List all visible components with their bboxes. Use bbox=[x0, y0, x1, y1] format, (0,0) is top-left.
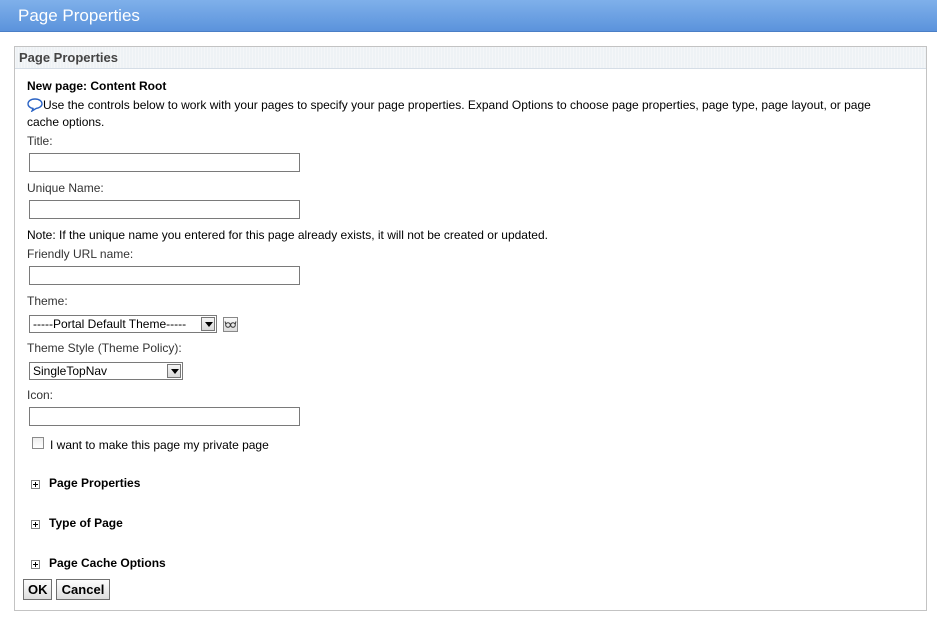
theme-select-value: -----Portal Default Theme----- bbox=[33, 317, 187, 331]
help-icon bbox=[27, 98, 43, 115]
title-label: Title: bbox=[27, 134, 53, 148]
ok-button[interactable]: OK bbox=[23, 579, 52, 600]
chevron-down-icon[interactable] bbox=[167, 364, 181, 378]
theme-label: Theme: bbox=[27, 294, 68, 308]
private-page-checkbox[interactable] bbox=[32, 437, 44, 449]
window-title: Page Properties bbox=[18, 6, 140, 25]
theme-style-select-value: SingleTopNav bbox=[33, 364, 108, 378]
unique-name-label: Unique Name: bbox=[27, 181, 104, 195]
theme-preview-button[interactable] bbox=[223, 317, 238, 332]
icon-label: Icon: bbox=[27, 388, 54, 402]
window-titlebar: Page Properties bbox=[0, 0, 937, 32]
section-page-cache-options[interactable]: Page Cache Options bbox=[49, 556, 166, 570]
page-properties-panel: Page Properties New page: Content Root U… bbox=[14, 46, 927, 611]
expand-type-of-page-icon[interactable] bbox=[31, 520, 40, 529]
chevron-down-icon[interactable] bbox=[201, 317, 215, 331]
help-text-line2: cache options. bbox=[27, 115, 105, 129]
expand-page-cache-options-icon[interactable] bbox=[31, 560, 40, 569]
panel-header: Page Properties bbox=[15, 47, 926, 69]
title-input[interactable] bbox=[29, 153, 300, 172]
theme-style-select[interactable]: SingleTopNav bbox=[29, 362, 183, 380]
expand-page-properties-icon[interactable] bbox=[31, 480, 40, 489]
unique-name-note: Note: If the unique name you entered for… bbox=[27, 228, 548, 242]
preview-glasses-icon bbox=[224, 321, 237, 328]
private-page-label: I want to make this page my private page bbox=[50, 438, 269, 452]
new-page-label: New page: Content Root bbox=[27, 79, 167, 93]
panel-title: Page Properties bbox=[19, 50, 118, 65]
icon-input[interactable] bbox=[29, 407, 300, 426]
section-page-properties[interactable]: Page Properties bbox=[49, 476, 140, 490]
section-type-of-page[interactable]: Type of Page bbox=[49, 516, 123, 530]
unique-name-input[interactable] bbox=[29, 200, 300, 219]
friendly-url-input[interactable] bbox=[29, 266, 300, 285]
help-text-line1: Use the controls below to work with your… bbox=[43, 98, 871, 112]
cancel-button[interactable]: Cancel bbox=[56, 579, 110, 600]
theme-style-label: Theme Style (Theme Policy): bbox=[27, 341, 182, 355]
friendly-url-label: Friendly URL name: bbox=[27, 247, 134, 261]
theme-select[interactable]: -----Portal Default Theme----- bbox=[29, 315, 217, 333]
